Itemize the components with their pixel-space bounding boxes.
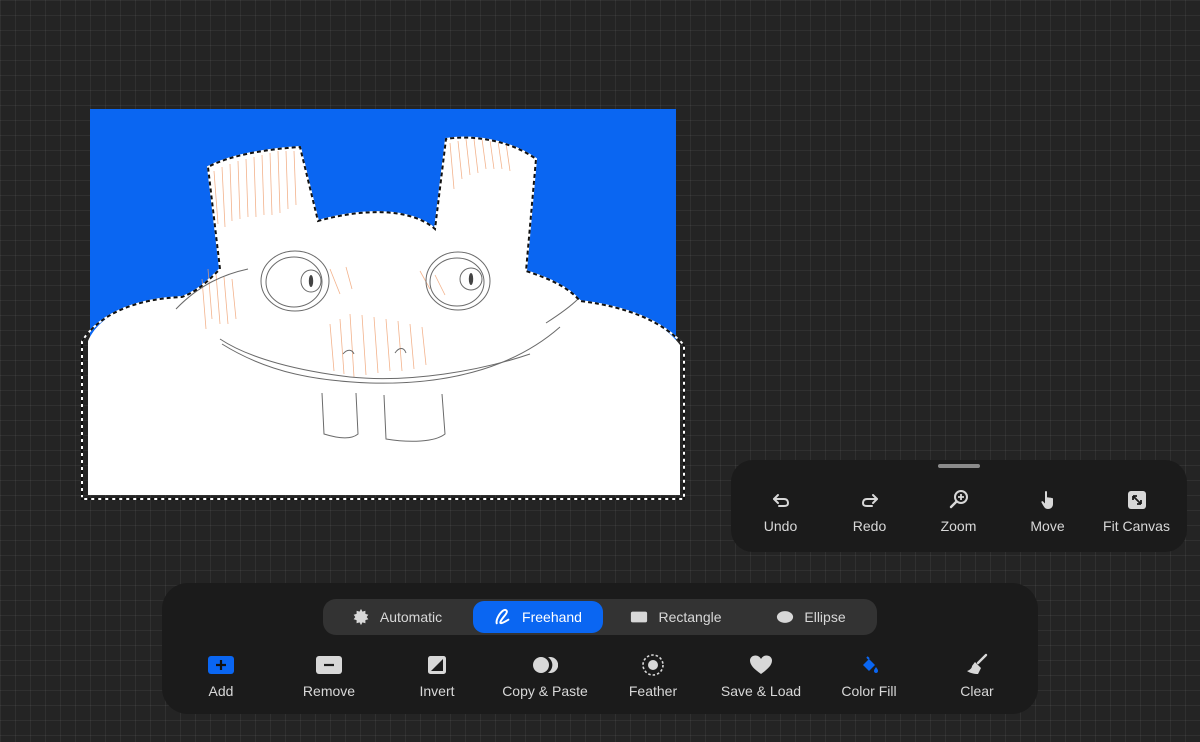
add-label: Add (208, 683, 234, 699)
selection-mode-bar: Automatic Freehand Rectangle Ellipse (323, 599, 877, 635)
zoom-in-icon (949, 490, 968, 509)
remove-button[interactable]: Remove (275, 653, 383, 701)
undo-icon (772, 494, 789, 507)
add-button[interactable]: Add (167, 653, 275, 701)
zoom-label: Zoom (940, 518, 977, 534)
ellipse-icon (777, 611, 794, 623)
feather-button[interactable]: Feather (599, 653, 707, 701)
fit-canvas-icon (1127, 491, 1146, 509)
mode-ellipse[interactable]: Ellipse (749, 601, 873, 633)
redo-button[interactable]: Redo (825, 488, 914, 542)
mode-freehand[interactable]: Freehand (473, 601, 603, 633)
remove-label: Remove (302, 683, 356, 699)
panel-grabber[interactable] (938, 464, 980, 468)
copy-paste-button[interactable]: Copy & Paste (491, 653, 599, 701)
add-icon (208, 656, 234, 674)
drawing-canvas[interactable] (81, 109, 685, 500)
freehand-icon (495, 609, 510, 625)
color-fill-label: Color Fill (841, 683, 897, 699)
mode-automatic[interactable]: Automatic (327, 601, 467, 633)
invert-label: Invert (419, 683, 455, 699)
color-fill-icon (863, 656, 878, 673)
mode-ellipse-label: Ellipse (804, 609, 846, 625)
undo-label: Undo (763, 518, 798, 534)
feather-label: Feather (628, 683, 678, 699)
selection-panel: Automatic Freehand Rectangle Ellipse Add… (162, 583, 1038, 714)
clear-label: Clear (960, 683, 994, 699)
redo-icon (861, 494, 878, 507)
mode-freehand-label: Freehand (522, 609, 582, 625)
redo-label: Redo (852, 518, 887, 534)
hand-icon (1040, 490, 1053, 509)
invert-button[interactable]: Invert (383, 653, 491, 701)
save-load-button[interactable]: Save & Load (707, 653, 815, 701)
copy-paste-label: Copy & Paste (502, 683, 588, 699)
move-label: Move (1030, 518, 1065, 534)
copy-paste-icon (533, 657, 558, 673)
fit-canvas-label: Fit Canvas (1103, 518, 1170, 534)
move-button[interactable]: Move (1003, 488, 1092, 542)
broom-icon (967, 653, 988, 674)
automatic-icon (353, 608, 369, 626)
rectangle-icon (631, 611, 648, 623)
invert-icon (428, 656, 446, 674)
undo-button[interactable]: Undo (736, 488, 825, 542)
heart-icon (750, 655, 772, 674)
remove-icon (316, 656, 342, 674)
clear-button[interactable]: Clear (923, 653, 1031, 701)
save-load-label: Save & Load (720, 683, 802, 699)
fit-canvas-button[interactable]: Fit Canvas (1092, 488, 1181, 542)
bunny-drawing (81, 136, 685, 500)
feather-icon (642, 654, 664, 676)
mode-rectangle[interactable]: Rectangle (609, 601, 743, 633)
zoom-button[interactable]: Zoom (914, 488, 1003, 542)
mode-rectangle-label: Rectangle (658, 609, 722, 625)
mode-automatic-label: Automatic (379, 609, 443, 625)
color-fill-button[interactable]: Color Fill (815, 653, 923, 701)
quick-toolbar: Undo Redo Zoom Move Fit Canvas (731, 460, 1187, 552)
